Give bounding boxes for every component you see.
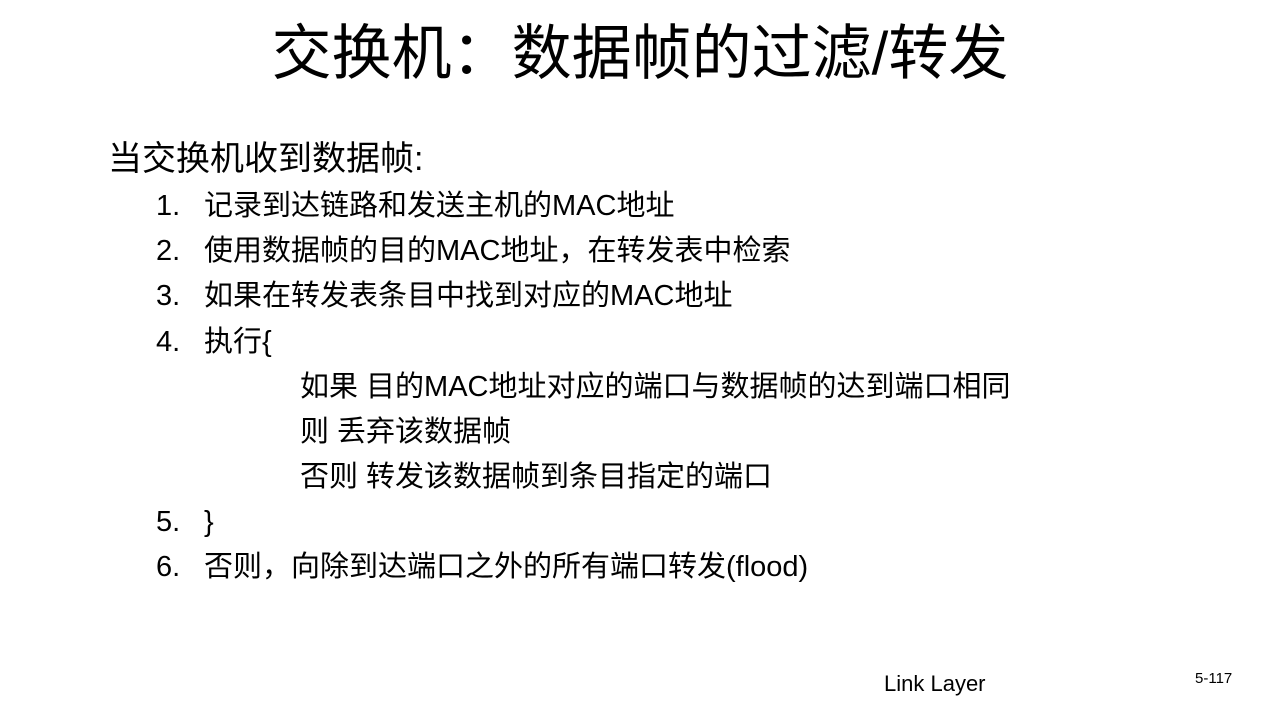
list-number: 6. <box>156 551 181 583</box>
list-number: 4. <box>156 326 181 358</box>
list-text: 使用数据帧的目的MAC地址，在转发表中检索 <box>204 235 791 267</box>
sub-line-2: 则 丢弃该数据帧 <box>300 416 512 448</box>
list-text: 记录到达链路和发送主机的MAC地址 <box>204 190 675 222</box>
intro-text: 当交换机收到数据帧: <box>108 140 424 178</box>
list-number: 1. <box>156 190 181 222</box>
slide: 交换机：数据帧的过滤/转发 当交换机收到数据帧: 1. 记录到达链路和发送主机的… <box>0 0 1280 712</box>
list-text: 否则，向除到达端口之外的所有端口转发(flood) <box>204 551 809 583</box>
sub-line-3: 否则 转发该数据帧到条目指定的端口 <box>300 461 773 493</box>
list-number: 5. <box>156 506 181 538</box>
sub-line-1: 如果 目的MAC地址对应的端口与数据帧的达到端口相同 <box>300 371 1011 403</box>
footer-label: Link Layer <box>884 671 986 696</box>
list-text: 执行{ <box>204 326 272 358</box>
list-text: 如果在转发表条目中找到对应的MAC地址 <box>204 280 733 312</box>
list-text: } <box>204 506 214 538</box>
page-number: 5-117 <box>1195 670 1233 687</box>
list-number: 3. <box>156 280 181 312</box>
list-number: 2. <box>156 235 181 267</box>
slide-title: 交换机：数据帧的过滤/转发 <box>271 20 1009 87</box>
